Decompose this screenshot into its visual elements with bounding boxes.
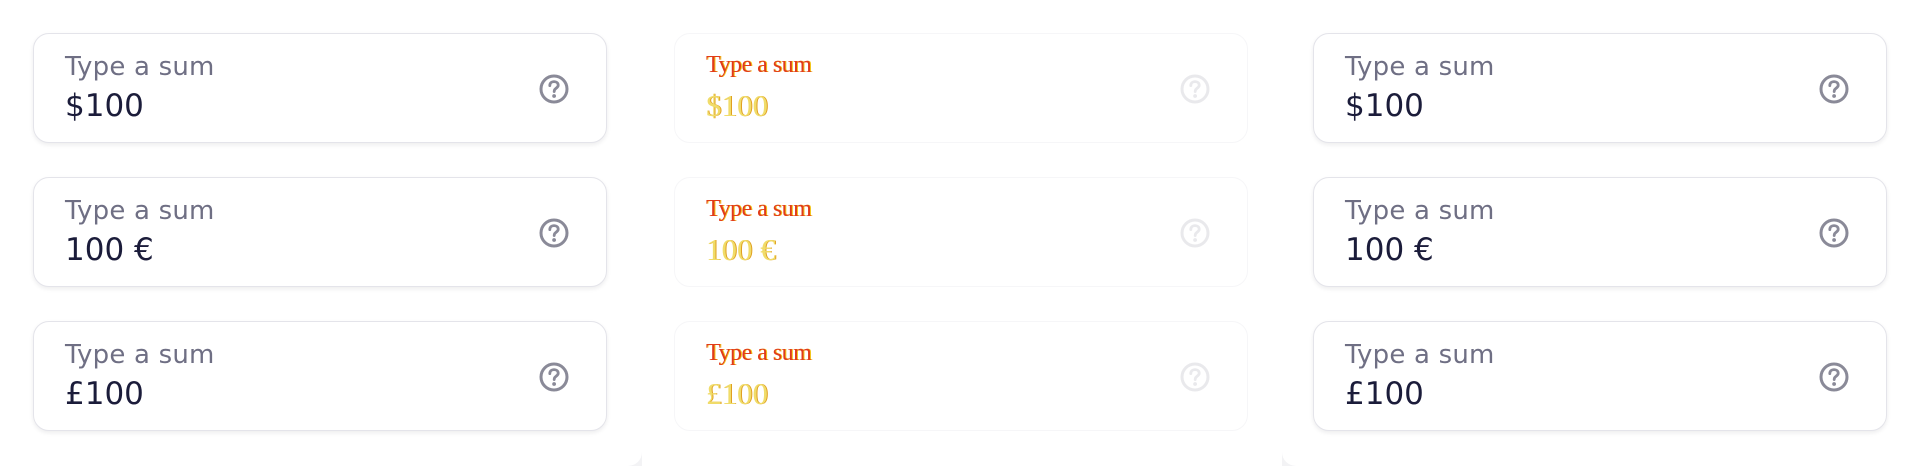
help-circle-icon[interactable] [538, 361, 570, 393]
field-label: Type a sum [1345, 52, 1495, 82]
field-value[interactable]: 100 € [65, 232, 154, 268]
help-circle-icon[interactable] [538, 73, 570, 105]
help-circle-icon[interactable] [1818, 361, 1850, 393]
help-circle-icon [1180, 362, 1210, 392]
currency-input-euro[interactable]: Type a sum 100 € [33, 177, 607, 287]
field-value[interactable]: 100 € [1345, 232, 1434, 268]
field-value[interactable]: $100 [1345, 88, 1424, 124]
currency-input-dollar[interactable]: Type a sum $100 [1313, 33, 1887, 143]
help-circle-icon[interactable] [538, 217, 570, 249]
currency-input-pound[interactable]: Type a sum £100 [1313, 321, 1887, 431]
help-circle-icon[interactable] [1818, 217, 1850, 249]
field-label: Type a sum [65, 340, 215, 370]
field-label: Type a sum [1345, 196, 1495, 226]
field-value[interactable]: £100 [1345, 376, 1424, 412]
currency-input-euro[interactable]: Type a sum 100 € [1313, 177, 1887, 287]
currency-input-euro-disabled: Type a sum 100 € [674, 177, 1248, 287]
currency-input-pound[interactable]: Type a sum £100 [33, 321, 607, 431]
help-circle-icon [1180, 74, 1210, 104]
field-label: Type a sum [65, 196, 215, 226]
field-label: Type a sum [65, 52, 215, 82]
field-value: 100 € [706, 232, 776, 267]
field-label: Type a sum [1345, 340, 1495, 370]
field-label: Type a sum [706, 340, 812, 366]
field-value: £100 [706, 376, 768, 411]
help-circle-icon[interactable] [1818, 73, 1850, 105]
help-circle-icon [1180, 218, 1210, 248]
currency-input-dollar[interactable]: Type a sum $100 [33, 33, 607, 143]
currency-input-pound-disabled: Type a sum £100 [674, 321, 1248, 431]
field-value: $100 [706, 88, 768, 123]
field-label: Type a sum [706, 196, 812, 222]
field-value[interactable]: $100 [65, 88, 144, 124]
field-label: Type a sum [706, 52, 812, 78]
currency-input-dollar-disabled: Type a sum $100 [674, 33, 1248, 143]
field-value[interactable]: £100 [65, 376, 144, 412]
